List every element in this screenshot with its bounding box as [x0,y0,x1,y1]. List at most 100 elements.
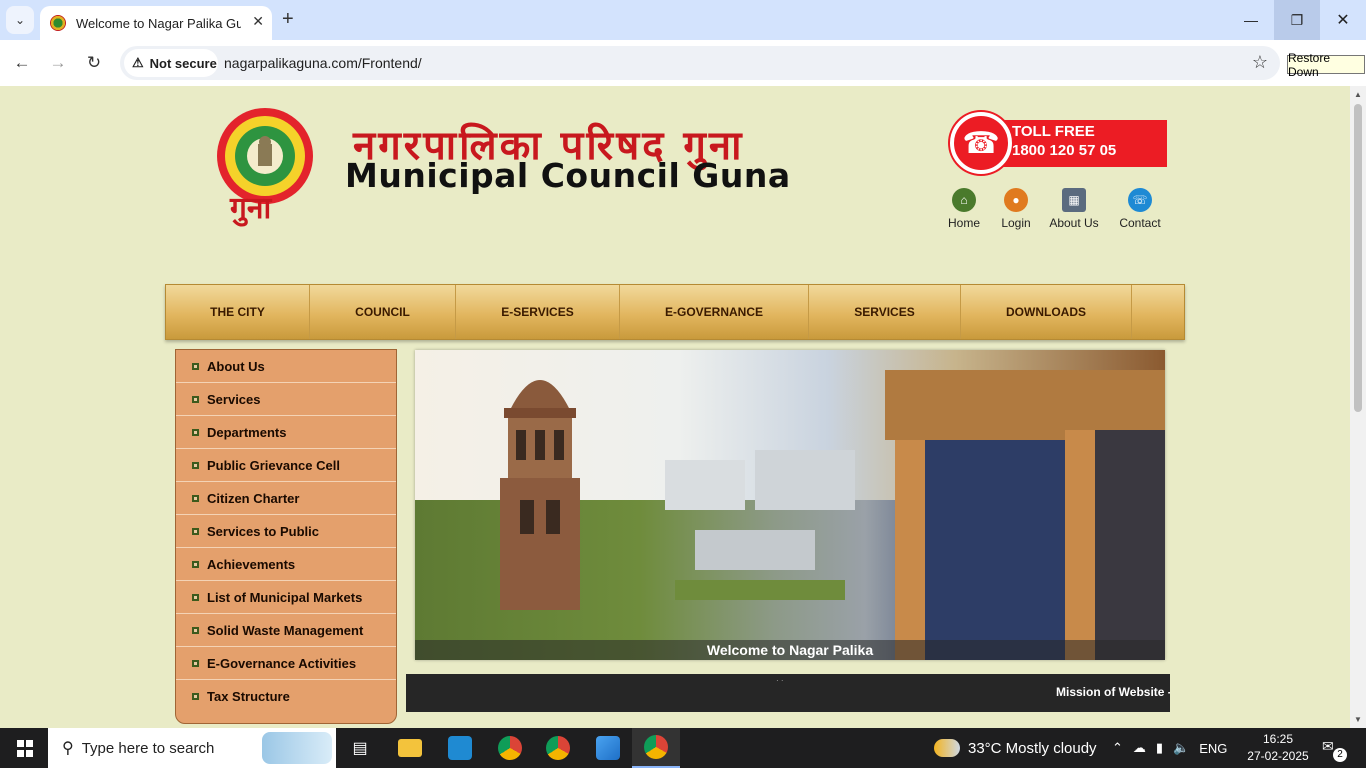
sidebar-item-label: Services to Public [207,523,319,539]
quick-link-about-us[interactable]: ▦ About Us [1047,188,1101,230]
file-explorer-button[interactable] [386,728,434,768]
sidebar-item-municipal-markets[interactable]: List of Municipal Markets [176,581,396,614]
weather-widget[interactable]: 33°C Mostly cloudy [934,728,1097,768]
main-menu: THE CITY COUNCIL E-SERVICES E-GOVERNANCE… [165,284,1185,340]
sidebar-item-public-grievance-cell[interactable]: Public Grievance Cell [176,449,396,482]
clock[interactable]: 16:25 27-02-2025 [1246,731,1310,765]
quick-link-label: Contact [1119,216,1161,230]
warning-icon: ⚠ [132,55,144,70]
active-tab[interactable]: Welcome to Nagar Palika Guna ✕ [40,6,272,40]
restore-down-button[interactable]: ❐ [1274,0,1320,40]
page-scrollbar[interactable]: ▲ ▼ [1350,86,1366,728]
sidebar-item-label: Public Grievance Cell [207,457,340,473]
partly-cloudy-icon [934,739,960,757]
sidebar-item-achievements[interactable]: Achievements [176,548,396,581]
sidebar-item-solid-waste-management[interactable]: Solid Waste Management [176,614,396,647]
sidebar-item-label: E-Governance Activities [207,655,357,671]
tab-strip: ⌄ Welcome to Nagar Palika Guna ✕ + — ❐ ✕ [0,0,1366,40]
bullet-icon [192,560,199,568]
menu-downloads[interactable]: DOWNLOADS [961,285,1132,339]
hero-banner: Welcome to Nagar Palika [415,350,1165,660]
tooltip: Restore Down [1287,51,1365,79]
marquee-text[interactable]: Mission of Website - T [1056,685,1170,699]
vscode-button[interactable] [436,728,484,768]
chevron-up-icon[interactable]: ⌃ [1112,740,1123,756]
sidebar-item-citizen-charter[interactable]: Citizen Charter [176,482,396,515]
quick-link-label: Login [1001,216,1031,230]
browser-toolbar: ← → ↻ ⚠ Not secure nagarpalikaguna.com/F… [0,40,1366,86]
back-button[interactable]: ← [10,51,34,75]
task-view-icon: ▤ [352,740,368,757]
city-name-hindi: गुना [230,191,272,226]
scroll-up-arrow-icon[interactable]: ▲ [1354,90,1362,99]
site-title-english: Municipal Council Guna [345,156,791,195]
bullet-icon [192,626,199,634]
minimize-button[interactable]: — [1228,0,1274,40]
quick-link-label: Home [947,216,980,230]
toll-free-badge: ☎ TOLL FREE 1800 120 57 05 [950,112,1167,174]
network-icon[interactable]: ☁ [1133,740,1146,756]
quick-link-home[interactable]: ⌂ Home [946,188,982,230]
menu-e-services[interactable]: E-SERVICES [456,285,620,339]
sidebar-menu: About Us Services Departments Public Gri… [175,349,397,724]
notification-icon[interactable]: ✉ [1322,738,1334,755]
sidebar-item-label: Achievements [207,556,296,572]
sidebar-item-label: About Us [207,358,265,374]
chrome-active-icon [644,735,668,759]
system-tray: ⌃ ☁ ▮ 🔈 ENG [1112,728,1227,768]
tab-search-button[interactable]: ⌄ [6,6,34,34]
weather-text: 33°C Mostly cloudy [968,739,1097,757]
clock-date: 27-02-2025 [1247,749,1309,763]
close-icon[interactable]: ✕ [252,13,264,30]
menu-services[interactable]: SERVICES [809,285,961,339]
photos-icon [596,736,620,760]
buildings-image [665,450,855,600]
address-bar[interactable]: ⚠ Not secure nagarpalikaguna.com/Fronten… [120,46,1280,80]
bullet-icon [192,461,199,469]
building-icon: ▦ [1062,188,1086,212]
menu-the-city[interactable]: THE CITY [166,285,310,339]
volume-icon[interactable]: 🔈 [1173,740,1189,756]
folder-icon [398,739,422,757]
menu-e-governance[interactable]: E-GOVERNANCE [620,285,809,339]
close-window-button[interactable]: ✕ [1320,0,1366,40]
water-tank-image [885,370,1165,660]
url-text[interactable]: nagarpalikaguna.com/Frontend/ [224,55,422,71]
quick-link-contact[interactable]: ☏ Contact [1117,188,1163,230]
start-button[interactable] [0,728,48,768]
new-tab-button[interactable]: + [282,8,294,30]
forward-button[interactable]: → [46,51,70,75]
banner-caption: Welcome to Nagar Palika [415,640,1165,660]
reload-button[interactable]: ↻ [82,51,106,75]
photos-button[interactable] [584,728,632,768]
quick-link-login[interactable]: ● Login [998,188,1034,230]
bullet-icon [192,527,199,535]
scroll-thumb[interactable] [1354,104,1362,412]
sidebar-item-label: Citizen Charter [207,490,300,506]
search-icon: ⚲ [62,740,74,757]
battery-icon[interactable]: ▮ [1156,740,1163,756]
bullet-icon [192,693,199,700]
chrome-button[interactable] [486,728,534,768]
search-highlight-image [262,732,332,764]
menu-council[interactable]: COUNCIL [310,285,456,339]
sidebar-item-services-to-public[interactable]: Services to Public [176,515,396,548]
bookmark-star-icon[interactable]: ☆ [1252,52,1268,73]
sidebar-item-e-governance-activities[interactable]: E-Governance Activities [176,647,396,680]
fort-tower-image [500,380,580,610]
home-icon: ⌂ [952,188,976,212]
chrome-profile-button[interactable] [534,728,582,768]
task-view-button[interactable]: ▤ [336,728,384,768]
bullet-icon [192,362,199,370]
scroll-down-arrow-icon[interactable]: ▼ [1354,715,1362,724]
search-placeholder: Type here to search [81,739,215,757]
security-chip[interactable]: ⚠ Not secure [124,49,218,77]
taskbar-search[interactable]: ⚲ Type here to search [48,728,336,768]
sidebar-item-tax-structure[interactable]: Tax Structure [176,680,396,713]
phone-icon: ☎ [950,112,1012,174]
language-indicator[interactable]: ENG [1199,741,1227,756]
chrome-active-button[interactable] [632,728,680,768]
sidebar-item-about-us[interactable]: About Us [176,350,396,383]
sidebar-item-departments[interactable]: Departments [176,416,396,449]
sidebar-item-services[interactable]: Services [176,383,396,416]
